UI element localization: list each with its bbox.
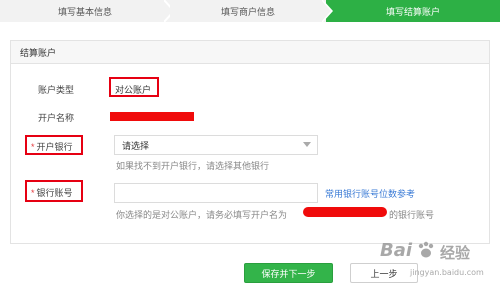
- account-number-hint-suffix: 的银行账号: [389, 210, 435, 220]
- account-number-input[interactable]: [114, 183, 318, 203]
- step-merchant-info-label: 填写商户信息: [220, 6, 275, 17]
- watermark-text: Bai: [380, 240, 413, 261]
- watermark-url: jingyan.baidu.com: [410, 268, 484, 277]
- baidu-jingyan-watermark: Bai 经验 jingyan.baidu.com: [380, 238, 496, 286]
- bank-select[interactable]: 请选择: [114, 135, 318, 155]
- bank-label: * 开户银行: [31, 140, 73, 153]
- panel-header: 结算账户: [11, 41, 489, 64]
- step-merchant-info: 填写商户信息: [170, 0, 326, 22]
- step-arrow-icon: [322, 0, 334, 22]
- account-number-label: * 银行账号: [31, 186, 73, 199]
- account-number-label-text: 银行账号: [36, 188, 73, 198]
- required-mark: *: [31, 142, 35, 152]
- step-basic-info-label: 填写基本信息: [57, 6, 112, 17]
- redaction-mark: [110, 112, 194, 121]
- save-next-button-label: 保存并下一步: [261, 268, 316, 279]
- bank-hint: 如果找不到开户银行，请选择其他银行: [116, 161, 270, 171]
- account-length-reference-link[interactable]: 常用银行账号位数参考: [325, 187, 415, 200]
- annotation-box: [109, 77, 159, 97]
- watermark-text-2: 经验: [440, 244, 471, 262]
- bank-select-value: 请选择: [122, 140, 150, 151]
- step-basic-info: 填写基本信息: [0, 0, 170, 22]
- account-type-label: 账户类型: [38, 85, 75, 95]
- required-mark: *: [31, 188, 35, 198]
- step-settlement-account: 填写结算账户: [326, 0, 500, 22]
- step-progress-bar: 填写基本信息 填写商户信息 填写结算账户: [0, 0, 500, 22]
- chevron-down-icon: [303, 142, 311, 147]
- save-next-button[interactable]: 保存并下一步: [244, 263, 333, 283]
- panel-title: 结算账户: [20, 47, 57, 58]
- step-settlement-account-label: 填写结算账户: [385, 6, 440, 17]
- paw-icon: [418, 241, 434, 258]
- account-number-hint-prefix: 你选择的是对公账户，请务必填写开户名为: [116, 210, 288, 220]
- bank-label-text: 开户银行: [36, 142, 73, 152]
- redaction-mark: [303, 207, 387, 217]
- account-name-label: 开户名称: [38, 113, 75, 123]
